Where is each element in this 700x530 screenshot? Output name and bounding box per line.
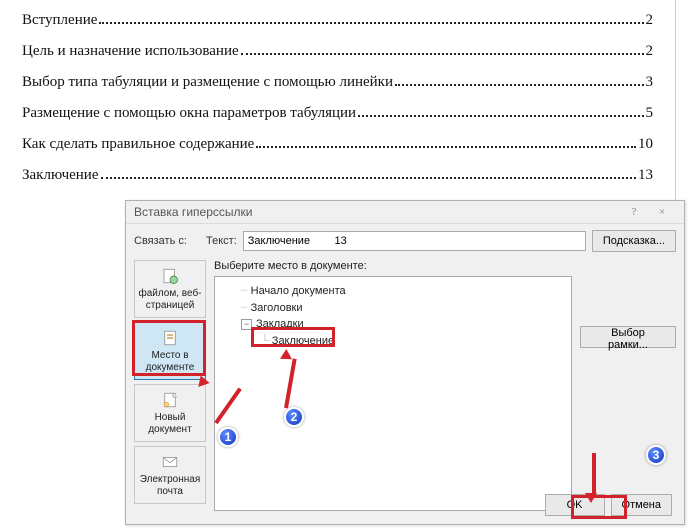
toc-page: 10 [638,136,653,153]
toc-line: Размещение с помощью окна параметров таб… [22,105,653,122]
sidebar-item-label: Место в документе [146,350,195,373]
toc-leader [395,84,644,86]
linkto-new-document[interactable]: Новый документ [134,384,206,442]
email-icon [161,453,179,471]
toc-line: Как сделать правильное содержание 10 [22,136,653,153]
tree-node-bookmarks[interactable]: − Закладки [223,316,563,333]
display-text-input[interactable] [243,231,586,251]
close-icon[interactable]: × [648,206,676,218]
target-frame-button[interactable]: Выбор рамки... [580,326,676,348]
toc-title: Как сделать правильное содержание [22,136,254,153]
toc-page: 13 [638,167,653,184]
toc-title: Вступление [22,12,97,29]
cancel-button[interactable]: Отмена [611,494,672,516]
linkto-place-in-doc[interactable]: Место в документе [134,322,206,380]
toc-page: 2 [646,12,654,29]
toc-title: Размещение с помощью окна параметров таб… [22,105,356,122]
toc-title: Заключение [22,167,99,184]
dialog-title: Вставка гиперссылки [134,205,620,219]
toc-leader [358,115,643,117]
toc-panel: Вступление 2 Цель и назначение использов… [0,0,676,204]
toc-page: 2 [646,43,654,60]
toc-page: 5 [646,105,654,122]
sidebar-item-label: файлом, веб-страницей [138,288,201,311]
tree-label: Выберите место в документе: [214,260,572,272]
toc-line: Заключение 13 [22,167,653,184]
linkto-file-web[interactable]: файлом, веб-страницей [134,260,206,318]
toc-leader [99,22,643,24]
insert-hyperlink-dialog: Вставка гиперссылки ? × Связать с: Текст… [125,200,685,525]
tree-node-label: Начало документа [251,283,346,300]
toc-leader [241,53,644,55]
text-label: Текст: [206,235,237,247]
toc-title: Выбор типа табуляции и размещение с помо… [22,74,393,91]
linkto-label: Связать с: [134,235,200,247]
place-in-doc-icon [161,329,179,347]
step-number: 3 [653,448,660,462]
dialog-titlebar: Вставка гиперссылки ? × [126,201,684,224]
tree-node-top[interactable]: ┈ Начало документа [223,283,563,300]
tree-node-label: Закладки [256,316,304,333]
tree-node-headings[interactable]: ┈ Заголовки [223,300,563,317]
linkto-email[interactable]: Электронная почта [134,446,206,504]
callout-arrow-head [585,493,597,503]
callout-arrow-head [280,349,292,359]
document-places-tree[interactable]: ┈ Начало документа ┈ Заголовки − Закладк… [214,276,572,511]
new-doc-icon [161,391,179,409]
step-badge: 2 [284,407,304,427]
toc-line: Выбор типа табуляции и размещение с помо… [22,74,653,91]
sidebar-item-label: Электронная почта [140,474,200,497]
tree-node-label: Заключение [272,333,334,350]
step-badge: 1 [218,427,238,447]
screentip-button[interactable]: Подсказка... [592,230,676,252]
help-icon[interactable]: ? [620,206,648,218]
tree-guide: └ [261,333,269,350]
toc-page: 3 [646,74,654,91]
step-badge: 3 [646,445,666,465]
step-number: 1 [225,430,232,444]
tree-guide: ┈ [241,300,248,317]
callout-arrow [592,453,596,493]
link-type-sidebar: файлом, веб-страницей Место в документе … [134,260,206,511]
toc-line: Цель и назначение использование 2 [22,43,653,60]
step-number: 2 [291,410,298,424]
toc-title: Цель и назначение использование [22,43,239,60]
tree-guide: ┈ [241,283,248,300]
tree-collapse-icon[interactable]: − [241,319,252,330]
toc-leader [256,146,636,148]
file-web-icon [161,267,179,285]
toc-leader [101,177,637,179]
sidebar-item-label: Новый документ [148,412,191,435]
tree-node-label: Заголовки [251,300,303,317]
tree-node-bookmark-item[interactable]: └ Заключение [223,333,563,350]
toc-line: Вступление 2 [22,12,653,29]
